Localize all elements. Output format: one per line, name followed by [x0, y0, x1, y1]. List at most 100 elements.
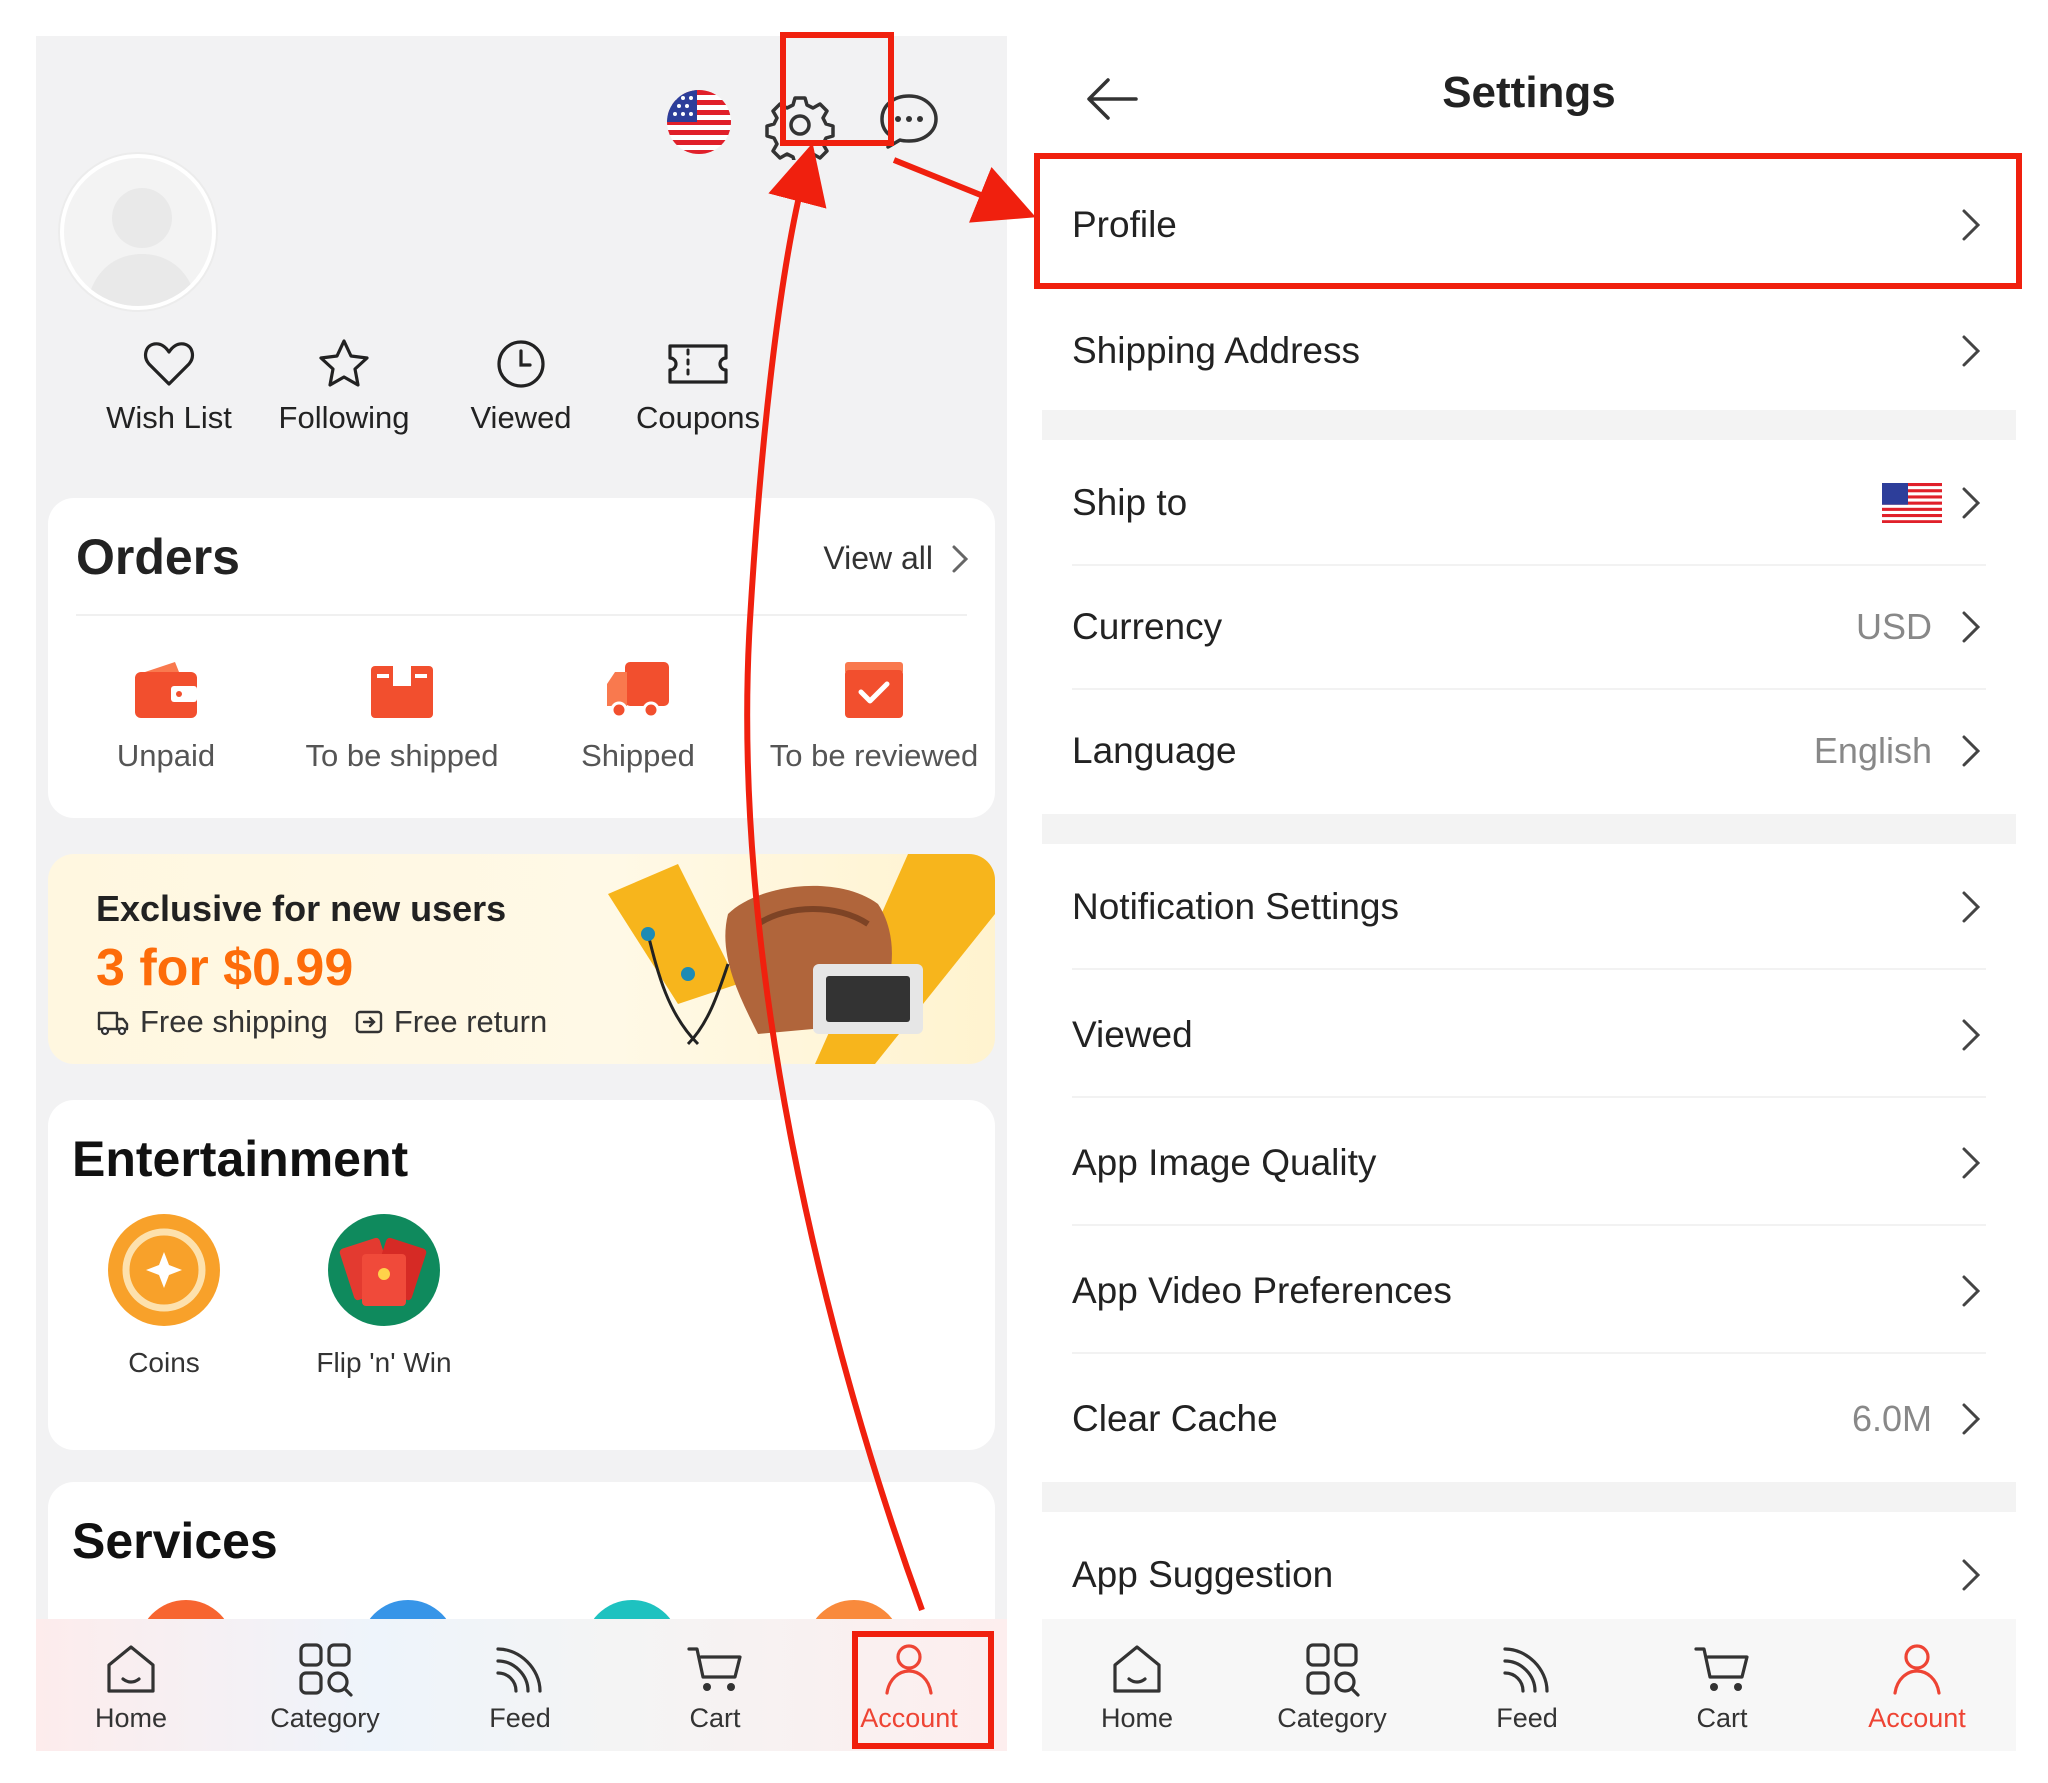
coupons-link[interactable]: Coupons: [598, 336, 798, 436]
tab-account[interactable]: Account: [1822, 1639, 2012, 1734]
chevron-right-icon: [1962, 1147, 1981, 1179]
chevron-right-icon: [952, 545, 969, 572]
new-user-promo-banner[interactable]: Exclusive for new users 3 for $0.99 Free…: [48, 854, 995, 1064]
divider: [76, 614, 967, 616]
row-label: Viewed: [1072, 1014, 1193, 1055]
settings-row-currency[interactable]: Currency USD: [1042, 564, 2016, 690]
default-avatar-icon: [86, 188, 198, 306]
to-be-shipped-orders[interactable]: To be shipped: [284, 658, 520, 774]
promo-benefits: Free shipping Free return: [96, 1004, 547, 1040]
row-label: App Image Quality: [1072, 1142, 1377, 1183]
row-label: Shipping Address: [1072, 330, 1360, 371]
shipped-label: Shipped: [581, 738, 695, 773]
chevron-right-icon: [1962, 611, 1981, 643]
viewed-link[interactable]: Viewed: [421, 336, 621, 436]
us-flag-icon[interactable]: [667, 90, 731, 154]
cart-icon: [687, 1647, 742, 1691]
view-all-orders-link[interactable]: View all: [823, 540, 969, 577]
chevron-right-icon: [1962, 891, 1981, 923]
shipped-orders[interactable]: Shipped: [520, 658, 756, 774]
tab-home[interactable]: Home: [1042, 1639, 1232, 1734]
chevron-right-icon: [1962, 1019, 1981, 1051]
red-envelope-icon: [328, 1214, 440, 1326]
avatar[interactable]: [60, 154, 216, 310]
quick-links: Wish List Following Viewed Coupons: [36, 336, 1007, 466]
divider: [1072, 1224, 1986, 1226]
settings-row-notification-settings[interactable]: Notification Settings: [1042, 844, 2016, 970]
settings-row-clear-cache[interactable]: Clear Cache 6.0M: [1042, 1356, 2016, 1482]
language-value: English: [1813, 730, 1932, 771]
clock-icon: [497, 340, 545, 388]
chevron-right-icon: [1962, 735, 1981, 767]
flip-n-win-entry[interactable]: Flip 'n' Win: [284, 1212, 484, 1379]
highlight-box-gear: [780, 32, 894, 146]
divider: [1072, 1352, 1986, 1354]
coin-icon: [108, 1214, 220, 1326]
wish-list-link[interactable]: Wish List: [69, 336, 269, 436]
page-title: Settings: [1442, 68, 1616, 117]
tab-feed[interactable]: Feed: [425, 1639, 615, 1734]
coins-entry[interactable]: Coins: [64, 1212, 264, 1379]
row-label: Currency: [1072, 606, 1223, 647]
wish-list-label: Wish List: [106, 400, 232, 435]
category-icon: [1306, 1643, 1360, 1697]
to-be-reviewed-orders[interactable]: To be reviewed: [756, 658, 992, 774]
row-label: Clear Cache: [1072, 1398, 1278, 1439]
tab-home[interactable]: Home: [36, 1639, 226, 1734]
section-gap: [1042, 814, 2016, 844]
currency-value: USD: [1855, 606, 1932, 647]
tab-cart[interactable]: Cart: [1627, 1639, 1817, 1734]
settings-row-app-image-quality[interactable]: App Image Quality: [1042, 1100, 2016, 1226]
unpaid-label: Unpaid: [116, 738, 216, 773]
tab-feed[interactable]: Feed: [1432, 1639, 1622, 1734]
free-shipping-label: Free shipping: [140, 1004, 328, 1039]
category-icon: [299, 1643, 353, 1697]
orders-title: Orders: [76, 529, 240, 585]
to-be-shipped-label: To be shipped: [305, 738, 499, 773]
settings-header: Settings: [1042, 36, 2016, 162]
services-title: Services: [72, 1513, 278, 1569]
following-link[interactable]: Following: [244, 336, 444, 436]
row-label: Language: [1072, 730, 1237, 771]
tab-category-label: Category: [270, 1703, 380, 1733]
settings-row-viewed[interactable]: Viewed: [1042, 972, 2016, 1098]
entertainment-card: Entertainment Coins Flip 'n' Win: [48, 1100, 995, 1450]
tab-cart[interactable]: Cart: [620, 1639, 810, 1734]
viewed-label: Viewed: [470, 400, 572, 435]
settings-row-language[interactable]: Language English: [1042, 688, 2016, 814]
chevron-right-icon: [1962, 487, 1981, 519]
tab-category[interactable]: Category: [1237, 1639, 1427, 1734]
home-icon: [1113, 1645, 1161, 1693]
star-icon: [319, 339, 369, 387]
settings-row-ship-to[interactable]: Ship to: [1042, 440, 2016, 566]
feed-icon: [1503, 1647, 1549, 1693]
unpaid-orders[interactable]: Unpaid: [48, 658, 284, 774]
wallet-icon: [135, 662, 197, 718]
row-label: App Video Preferences: [1072, 1270, 1452, 1311]
row-label: App Suggestion: [1072, 1554, 1334, 1595]
account-screen: Wish List Following Viewed Coupons Order…: [36, 36, 1007, 1751]
free-return-label: Free return: [393, 1004, 548, 1039]
us-flag-icon: [1882, 483, 1942, 523]
tab-category[interactable]: Category: [230, 1639, 420, 1734]
bottom-tab-bar: Home Category Feed Cart Account: [1042, 1619, 2016, 1751]
box-icon: [371, 666, 433, 718]
view-all-label: View all: [823, 540, 933, 576]
settings-row-shipping-address[interactable]: Shipping Address: [1042, 288, 2016, 414]
divider: [1072, 968, 1986, 970]
heart-icon: [143, 342, 195, 386]
chevron-right-icon: [1962, 335, 1981, 367]
to-be-reviewed-label: To be reviewed: [769, 738, 979, 773]
highlight-box-profile: [1034, 153, 2022, 289]
chevron-right-icon: [1962, 1559, 1981, 1591]
tab-home-label: Home: [1100, 1703, 1174, 1733]
tab-cart-label: Cart: [689, 1703, 741, 1733]
settings-row-app-video-preferences[interactable]: App Video Preferences: [1042, 1228, 2016, 1354]
row-label: Ship to: [1072, 482, 1188, 523]
section-gap: [1042, 410, 2016, 440]
return-icon: [355, 1010, 383, 1034]
cache-size-value: 6.0M: [1851, 1398, 1932, 1439]
chevron-right-icon: [1962, 1403, 1981, 1435]
following-label: Following: [278, 400, 410, 435]
flip-n-win-label: Flip 'n' Win: [316, 1347, 452, 1378]
